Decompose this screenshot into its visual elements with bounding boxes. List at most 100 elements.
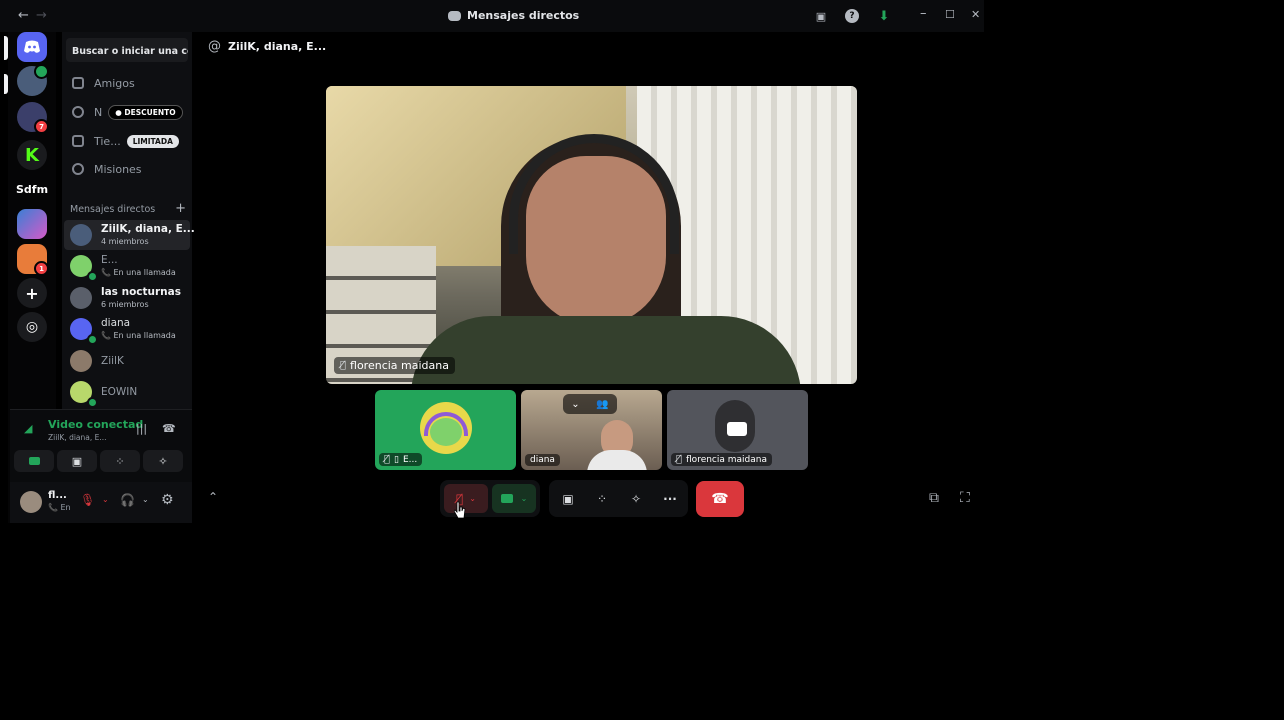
add-server-icon[interactable]: + (17, 278, 47, 308)
muted-mic-icon[interactable]: 🎙 (80, 493, 95, 507)
channel-header: @ ZiilK, diana, E... (198, 32, 984, 60)
hang-up-icon: ☎ (711, 491, 729, 507)
muted-mic-icon: 🎙̸ (340, 360, 347, 371)
dm-item-group[interactable]: ZiilK, diana, E... 4 miembros (64, 220, 195, 250)
chevron-down-icon[interactable]: ⌄ (102, 495, 109, 504)
screen-share-button[interactable]: ▣ (57, 450, 97, 472)
soundboard-icon: ✧ (630, 491, 642, 506)
chevron-down-icon[interactable]: ⌄ (142, 495, 149, 504)
muted-mic-icon: 🎙̸ (676, 454, 683, 465)
disconnect-icon[interactable]: ☎ (162, 422, 176, 435)
avatar (70, 287, 92, 309)
tile-florencia[interactable]: 🎙̸ florencia maidana (667, 390, 808, 470)
selected-indicator (4, 36, 8, 60)
disconnect-button[interactable]: ☎ (696, 481, 744, 517)
discord-small-icon (448, 10, 461, 21)
dm-item-diana[interactable]: diana 📞 En una llamada (64, 314, 190, 345)
unread-indicator (4, 74, 8, 94)
group-avatar-icon[interactable] (17, 64, 49, 96)
kick-server-icon[interactable]: K (17, 140, 47, 170)
nav-friends[interactable]: Amigos (66, 70, 188, 96)
close-button[interactable]: ✕ (971, 8, 980, 21)
more-options-button[interactable]: ··· (655, 484, 685, 513)
minimize-button[interactable]: – (920, 6, 927, 21)
colorful-server-icon[interactable] (17, 209, 47, 239)
fullscreen-icon[interactable]: ⛶ (960, 490, 970, 506)
online-status-icon (87, 271, 98, 282)
dm-section-header: Mensajes directos + (70, 201, 186, 216)
text-server-icon[interactable]: Sdfm (16, 174, 48, 204)
discord-logo-icon[interactable] (17, 32, 47, 62)
download-icon[interactable]: ⬇ (877, 9, 891, 24)
camera-icon (28, 457, 40, 465)
nav-shop[interactable]: Tie... LIMITADA (66, 128, 188, 154)
video-camera-icon (727, 422, 747, 436)
chevron-down-icon: ⌄ (520, 494, 528, 503)
participant-label: 🎙̸ florencia maidana (334, 357, 455, 374)
discord-window: ← → Mensajes directos ▣ ? ⬇ – ☐ ✕ 7 K Sd… (0, 0, 984, 523)
main-video-stream[interactable]: 🎙̸ florencia maidana (326, 86, 857, 384)
dm-item-ziilk[interactable]: ZiilK (64, 346, 190, 376)
avatar[interactable] (20, 491, 42, 513)
screen-share-icon: ▣ (562, 491, 574, 506)
tile-options[interactable]: ⌄ 👥 (563, 394, 617, 414)
camera-icon (500, 494, 513, 503)
search-input[interactable]: Buscar o iniciar una co... (66, 38, 188, 62)
activities-button[interactable]: ⁘ (587, 484, 617, 513)
people-icon[interactable]: 👥 (596, 399, 608, 410)
create-dm-icon[interactable]: + (175, 201, 186, 216)
noise-suppression-icon[interactable]: ||| (136, 422, 147, 435)
avatar (70, 350, 92, 372)
activities-icon: ⁘ (115, 454, 125, 468)
soundboard-button[interactable]: ✧ (621, 484, 651, 513)
activities-button[interactable]: ⁘ (100, 450, 140, 472)
screen-share-button[interactable]: ▣ (553, 484, 583, 513)
nav-quests[interactable]: Misiones (66, 156, 188, 182)
soundboard-button[interactable]: ✧ (143, 450, 183, 472)
limited-badge: LIMITADA (126, 134, 179, 148)
headphones-icon[interactable]: 🎧 (120, 493, 135, 507)
chevron-down-icon: ⌄ (469, 494, 476, 503)
participant-label: 🎙̸ florencia maidana (671, 453, 772, 466)
headset (509, 134, 679, 254)
forward-arrow-icon[interactable]: → (36, 8, 47, 23)
discount-badge: ● DESCUENTO (108, 104, 183, 120)
mute-mic-button[interactable]: 🎙̸ ⌄ (444, 484, 488, 513)
nav-nitro[interactable]: N ● DESCUENTO (66, 99, 188, 125)
user-status: 📞 En (48, 503, 71, 512)
dm-item-eowin[interactable]: EOWIN (64, 377, 190, 408)
tile-diana[interactable]: ⌄ 👥 diana (521, 390, 662, 470)
muted-mic-icon: 🎙̸ (384, 454, 391, 465)
chevron-down-icon[interactable]: ⌄ (571, 399, 579, 410)
gear-icon[interactable]: ⚙ (161, 492, 174, 508)
quests-icon (72, 163, 84, 175)
headset (424, 412, 468, 436)
discover-icon[interactable]: ◎ (17, 312, 47, 342)
help-icon[interactable]: ? (845, 9, 859, 23)
voice-status[interactable]: Video conectad (48, 418, 143, 431)
signal-icon[interactable]: ◢ (24, 422, 32, 435)
participant-video (411, 126, 801, 384)
friends-icon (72, 77, 84, 89)
dm-item-e[interactable]: E... 📞 En una llamada (64, 251, 190, 282)
screen-share-icon: ▣ (71, 454, 83, 468)
server-avatar-icon[interactable]: 7 (17, 102, 49, 134)
tile-e[interactable]: 🎙̸ ▯ E... (375, 390, 516, 470)
server-avatar-icon[interactable]: 1 (17, 244, 49, 276)
inbox-icon[interactable]: ▣ (814, 9, 828, 23)
mobile-icon: ▯ (394, 454, 399, 465)
soundboard-icon: ✧ (158, 454, 168, 468)
activities-icon: ⁘ (596, 491, 608, 506)
dm-item-las-nocturnas[interactable]: las nocturnas 6 miembros (64, 283, 190, 313)
chevron-up-icon[interactable]: ⌃ (208, 490, 218, 504)
activity-controls: ▣ ⁘ ✧ ··· (549, 480, 688, 517)
avatar (70, 224, 92, 246)
camera-toggle-button[interactable]: ⌄ (492, 484, 536, 513)
nitro-icon (72, 106, 84, 118)
pop-out-icon[interactable]: ⧉ (929, 490, 939, 506)
maximize-button[interactable]: ☐ (945, 8, 955, 21)
online-status-icon (87, 334, 98, 345)
camera-button[interactable] (14, 450, 54, 472)
avatar (420, 402, 472, 454)
back-arrow-icon[interactable]: ← (18, 8, 29, 23)
